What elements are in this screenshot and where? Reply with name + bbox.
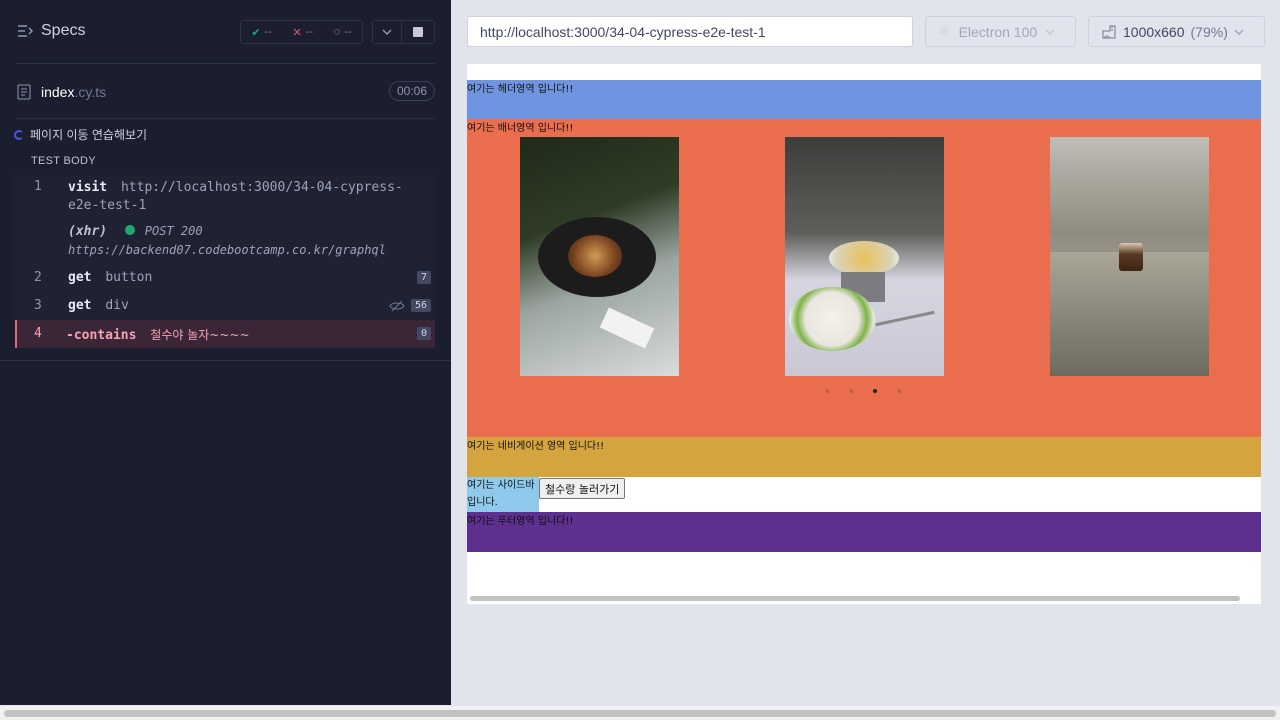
url-bar[interactable]: http://localhost:3000/34-04-cypress-e2e-… xyxy=(467,16,913,47)
document-icon xyxy=(17,84,31,100)
command-name: -contains xyxy=(66,328,137,343)
command-arg: div xyxy=(105,298,129,313)
nav-text: 여기는 네비게이션 영역 입니다!! xyxy=(467,441,605,452)
navigation-section: 여기는 네비게이션 영역 입니다!! xyxy=(467,437,1261,477)
carousel-dot[interactable] xyxy=(849,389,853,393)
sidebar-text: 여기는 사이드바입니다. xyxy=(467,480,535,508)
command-number: 3 xyxy=(34,298,42,313)
zoom-level: (79%) xyxy=(1190,23,1228,40)
command-row[interactable]: 1 visit http://localhost:3000/34-04-cypr… xyxy=(15,175,435,218)
running-icon xyxy=(14,129,24,140)
footer-section: 여기는 푸터영역 입니다!! xyxy=(467,512,1261,552)
carousel-dot[interactable] xyxy=(825,389,829,393)
chevron-down-icon xyxy=(1234,28,1244,35)
body-section: 여기는 사이드바입니다. 철수랑 놀러가기 xyxy=(467,477,1261,512)
chevron-down-icon xyxy=(382,29,392,35)
command-number: 2 xyxy=(34,270,42,285)
horizontal-scrollbar[interactable] xyxy=(470,596,1240,601)
slide-image-pastry xyxy=(520,137,679,376)
xhr-row[interactable]: (xhr) POST 200 https://backend07.codeboo… xyxy=(15,218,435,264)
spec-file-name: index xyxy=(41,84,75,100)
suite-title-text: 페이지 이동 연습해보기 xyxy=(30,128,148,142)
command-arg: button xyxy=(105,270,153,285)
x-icon: ✕ xyxy=(292,26,302,39)
banner-text: 여기는 배너영역 입니다!! xyxy=(467,123,574,134)
count-badge: 56 xyxy=(410,299,431,312)
carousel-dot[interactable] xyxy=(897,389,901,393)
chevron-down-icon xyxy=(1045,28,1055,35)
stop-icon xyxy=(413,27,423,37)
count-badge: 7 xyxy=(416,271,431,284)
command-log: 1 visit http://localhost:3000/34-04-cypr… xyxy=(15,175,435,348)
header-section: 여기는 헤더영역 입니다!! xyxy=(467,80,1261,119)
command-number: 4 xyxy=(34,326,42,341)
divider xyxy=(17,63,435,64)
reporter-panel: Specs ✔ -- ✕ -- ◌ -- index .cy.ts 00:06 페이지 … xyxy=(0,0,451,705)
command-row[interactable]: 2 get button 7 xyxy=(15,264,435,292)
check-icon: ✔ xyxy=(251,26,261,39)
divider xyxy=(17,118,435,119)
suite-title[interactable]: 페이지 이동 연습해보기 xyxy=(14,126,147,143)
go-out-button[interactable]: 철수랑 놀러가기 xyxy=(539,478,626,499)
viewport-size: 1000x660 xyxy=(1123,23,1185,40)
browser-label: Electron 100 xyxy=(958,23,1038,40)
scrollbar-thumb[interactable] xyxy=(4,710,1276,717)
command-arg: http://localhost:3000/34-04-cypress-e2e-… xyxy=(68,180,403,213)
xhr-method: POST 200 xyxy=(144,224,203,238)
page-scrollbar[interactable] xyxy=(0,706,1280,720)
command-name: get xyxy=(68,298,92,313)
command-row[interactable]: 4 -contains 철수야 놀자~~~~ 0 xyxy=(15,320,435,348)
specs-toggle[interactable]: Specs xyxy=(17,22,85,40)
status-dot-icon xyxy=(124,225,135,235)
command-row[interactable]: 3 get div 56 xyxy=(15,292,435,320)
stop-button[interactable] xyxy=(401,20,435,44)
passed-count: -- xyxy=(264,26,272,38)
command-name: visit xyxy=(68,180,108,195)
spec-file-ext: .cy.ts xyxy=(74,84,107,100)
spec-file-row: index .cy.ts 00:06 xyxy=(17,81,435,102)
app-preview: 여기는 헤더영역 입니다!! 여기는 배너영역 입니다!! 여기는 네비게이션 … xyxy=(467,64,1261,604)
menu-icon xyxy=(18,25,33,37)
header-text: 여기는 헤더영역 입니다!! xyxy=(467,84,574,95)
pending-icon: ◌ xyxy=(333,26,341,38)
stats-bar: ✔ -- ✕ -- ◌ -- xyxy=(240,20,363,44)
failed-count: -- xyxy=(305,26,314,38)
carousel-dots xyxy=(825,389,901,393)
xhr-url: https://backend07.codebootcamp.co.kr/gra… xyxy=(68,243,386,257)
ruler-icon xyxy=(1102,25,1116,38)
specs-label: Specs xyxy=(41,22,86,39)
carousel-dot-active[interactable] xyxy=(873,389,877,393)
command-name: get xyxy=(68,270,92,285)
command-number: 1 xyxy=(34,179,42,194)
test-body-label: TEST BODY xyxy=(31,155,96,167)
slide-image-coffee xyxy=(1050,137,1209,376)
footer-text: 여기는 푸터영역 입니다!! xyxy=(467,516,574,527)
browser-selector[interactable]: ⚛ Electron 100 xyxy=(925,16,1076,47)
command-arg: 철수야 놀자~~~~ xyxy=(150,328,250,342)
viewport-selector[interactable]: 1000x660 (79%) xyxy=(1088,16,1265,47)
count-badge: 0 xyxy=(416,327,431,340)
pending-count: -- xyxy=(344,26,352,38)
options-button[interactable] xyxy=(372,20,402,44)
slide-image-meal xyxy=(785,137,944,376)
electron-icon: ⚛ xyxy=(938,23,951,39)
sidebar: 여기는 사이드바입니다. xyxy=(467,477,539,512)
hidden-eye-icon xyxy=(389,300,405,312)
duration-badge: 00:06 xyxy=(388,81,435,101)
banner-section: 여기는 배너영역 입니다!! xyxy=(467,119,1261,437)
divider xyxy=(0,360,451,361)
xhr-label: (xhr) xyxy=(68,224,108,239)
